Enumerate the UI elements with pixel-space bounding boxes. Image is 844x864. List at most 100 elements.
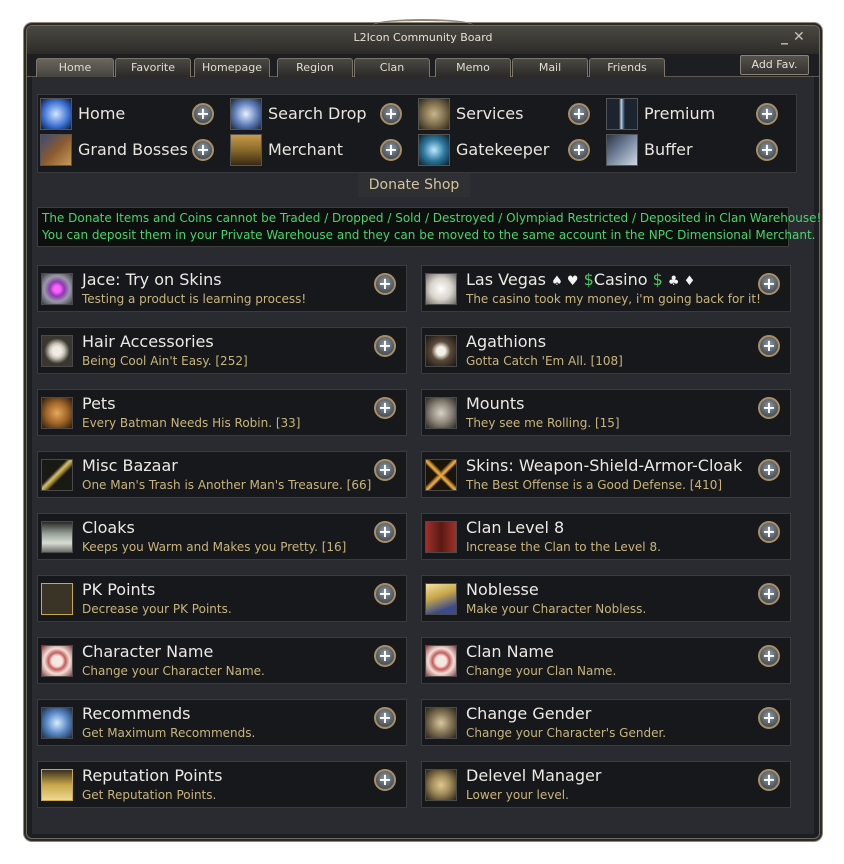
item-title: Misc Bazaar [82,456,178,475]
shop-item-reputation-points[interactable]: Reputation Points Get Reputation Points.… [37,761,407,808]
warrior-icon [606,134,638,166]
shop-item-pets[interactable]: Pets Every Batman Needs His Robin. [33] … [37,389,407,436]
item-plus-icon[interactable]: + [758,335,780,357]
shop-item-casino[interactable]: Las Vegas ♠ ♥ $Casino $ ♣ ♦ The casino t… [421,265,791,312]
nav-buffer[interactable]: Buffer + [606,134,788,166]
tab-clan[interactable]: Clan [354,58,430,77]
tab-homepage[interactable]: Homepage [194,58,270,77]
shop-item-hair-accessories[interactable]: Hair Accessories Being Cool Ain't Easy. … [37,327,407,374]
item-title: Noblesse [466,580,539,599]
item-plus-icon[interactable]: + [758,521,780,543]
tab-favorite[interactable]: Favorite [115,58,191,77]
nav-services[interactable]: Services + [418,98,600,130]
shop-item-noblesse[interactable]: Noblesse Make your Character Nobless. + [421,575,791,622]
gear-icon [418,98,450,130]
window-title: L2Icon Community Board [353,31,493,44]
item-subtitle: The casino took my money, i'm going back… [466,292,761,306]
item-subtitle: Gotta Catch 'Em All. [108] [466,354,623,368]
item-plus-icon[interactable]: + [758,273,780,295]
nav-buffer-label: Buffer [644,140,693,159]
item-plus-icon[interactable]: + [758,769,780,791]
item-plus-icon[interactable]: + [374,521,396,543]
skull-mask-icon [41,335,73,367]
item-subtitle: The Best Offense is a Good Defense. [410… [466,478,723,492]
shop-item-character-name[interactable]: Character Name Change your Character Nam… [37,637,407,684]
item-plus-icon[interactable]: + [374,645,396,667]
shop-item-clan-name[interactable]: Clan Name Change your Clan Name. + [421,637,791,684]
board-content: Home + Search Drop + Services + Premium … [32,77,821,834]
shop-item-jace-skins[interactable]: Jace: Try on Skins Testing a product is … [37,265,407,312]
tab-home[interactable]: Home [36,58,114,77]
shop-item-mounts[interactable]: Mounts They see me Rolling. [15] + [421,389,791,436]
shop-item-misc-bazaar[interactable]: Misc Bazaar One Man's Trash is Another M… [37,451,407,498]
casino-dollar-b: $ [652,270,663,289]
horn-icon [425,769,457,801]
title-bar[interactable]: L2Icon Community Board _ ✕ [27,26,819,54]
item-plus-icon[interactable]: + [758,397,780,419]
item-subtitle: They see me Rolling. [15] [466,416,620,430]
nav-buffer-plus-icon[interactable]: + [756,139,778,161]
nav-premium[interactable]: Premium + [606,98,788,130]
star-burst-icon [40,98,72,130]
nav-premium-label: Premium [644,104,716,123]
stick-icon [41,459,73,491]
item-plus-icon[interactable]: + [374,273,396,295]
nav-home-plus-icon[interactable]: + [192,103,214,125]
add-favorite-button[interactable]: Add Fav. [740,55,809,75]
nav-search-drop-plus-icon[interactable]: + [380,103,402,125]
item-plus-icon[interactable]: + [374,459,396,481]
item-subtitle: Testing a product is learning process! [82,292,307,306]
item-plus-icon[interactable]: + [374,397,396,419]
item-plus-icon[interactable]: + [758,645,780,667]
nav-home-label: Home [78,104,126,123]
item-title: Jace: Try on Skins [82,270,222,289]
claw-icon [41,397,73,429]
item-subtitle: Change your Character's Gender. [466,726,667,740]
item-title: Reputation Points [82,766,223,785]
shop-item-delevel-manager[interactable]: Delevel Manager Lower your level. + [421,761,791,808]
item-subtitle: Get Reputation Points. [82,788,217,802]
nav-gatekeeper[interactable]: Gatekeeper + [418,134,600,166]
item-plus-icon[interactable]: + [374,335,396,357]
nav-premium-plus-icon[interactable]: + [756,103,778,125]
item-plus-icon[interactable]: + [374,583,396,605]
nav-merchant[interactable]: Merchant + [230,134,412,166]
nav-grand-bosses[interactable]: Grand Bosses + [40,134,222,166]
minimize-button[interactable]: _ [781,29,788,45]
tab-bar: Home Favorite Homepage Region Clan Memo … [27,54,819,77]
tab-region[interactable]: Region [277,58,353,77]
shop-item-cloaks[interactable]: Cloaks Keeps you Warm and Makes you Pret… [37,513,407,560]
item-plus-icon[interactable]: + [758,707,780,729]
hand-icon [41,707,73,739]
crown-icon [41,769,73,801]
nav-search-drop[interactable]: Search Drop + [230,98,412,130]
shop-item-recommends[interactable]: Recommends Get Maximum Recommends. + [37,699,407,746]
quick-nav-panel: Home + Search Drop + Services + Premium … [37,94,797,173]
item-title: Clan Name [466,642,554,661]
item-plus-icon[interactable]: + [758,583,780,605]
nav-gatekeeper-plus-icon[interactable]: + [568,139,590,161]
shop-item-agathions[interactable]: Agathions Gotta Catch 'Em All. [108] + [421,327,791,374]
item-title: Skins: Weapon-Shield-Armor-Cloak [466,456,743,475]
tab-friends[interactable]: Friends [589,58,665,77]
item-plus-icon[interactable]: + [758,459,780,481]
close-button[interactable]: ✕ [793,29,805,45]
shop-item-pk-points[interactable]: PK Points Decrease your PK Points. + [37,575,407,622]
scroll-icon [425,645,457,677]
shop-item-clan-level[interactable]: Clan Level 8 Increase the Clan to the Le… [421,513,791,560]
shop-item-change-gender[interactable]: Change Gender Change your Character's Ge… [421,699,791,746]
shop-item-skins[interactable]: Skins: Weapon-Shield-Armor-Cloak The Bes… [421,451,791,498]
item-plus-icon[interactable]: + [374,769,396,791]
tab-memo[interactable]: Memo [435,58,511,77]
tab-mail[interactable]: Mail [512,58,588,77]
nav-services-plus-icon[interactable]: + [568,103,590,125]
nav-home[interactable]: Home + [40,98,222,130]
nav-grand-bosses-plus-icon[interactable]: + [192,139,214,161]
nav-merchant-label: Merchant [268,140,344,159]
item-plus-icon[interactable]: + [374,707,396,729]
nav-merchant-plus-icon[interactable]: + [380,139,402,161]
item-title: PK Points [82,580,156,599]
casino-suits-b: ♣ ♦ [667,274,696,289]
dice-icon [425,273,457,305]
item-title: Change Gender [466,704,592,723]
